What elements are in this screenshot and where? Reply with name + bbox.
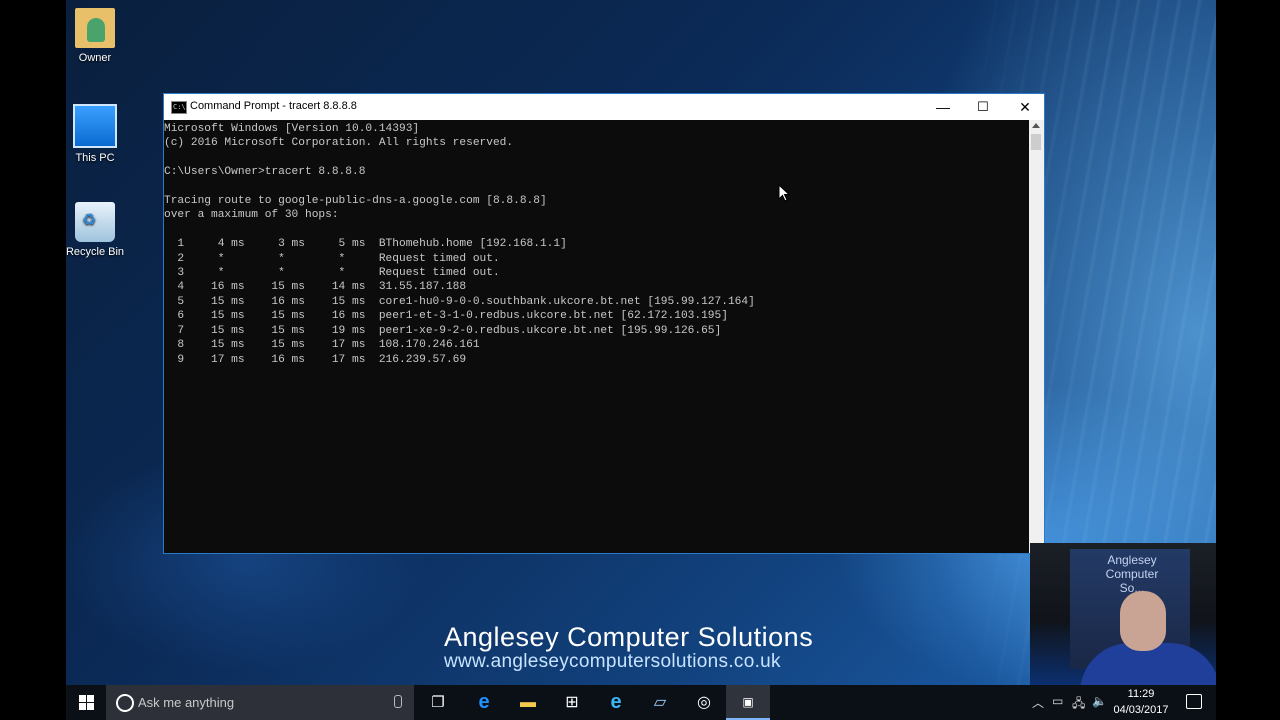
- network-icon[interactable]: 🖧: [1072, 694, 1085, 715]
- scroll-up-arrow-icon[interactable]: [1032, 123, 1040, 128]
- edge-icon[interactable]: e: [462, 685, 506, 720]
- branding-overlay: Anglesey Computer Solutions www.anglesey…: [444, 622, 813, 673]
- microphone-icon[interactable]: [394, 695, 402, 708]
- system-tray: ︿ ▭ 🖧 🔈 11:29 04/03/2017: [1026, 685, 1216, 720]
- command-prompt-icon: C:\: [171, 101, 187, 114]
- desktop-icon-owner[interactable]: Owner: [66, 8, 130, 64]
- start-button[interactable]: [66, 685, 106, 720]
- desktop-icon-recycle-bin[interactable]: Recycle Bin: [66, 202, 130, 258]
- command-prompt-window[interactable]: C:\ Command Prompt - tracert 8.8.8.8 — ☐…: [163, 93, 1045, 554]
- desktop-icon-this-pc[interactable]: This PC: [66, 104, 130, 164]
- power-icon[interactable]: ▭: [1052, 694, 1063, 708]
- window-title: Command Prompt - tracert 8.8.8.8: [190, 100, 357, 112]
- cortana-icon: [116, 694, 134, 712]
- recycle-bin-icon: [75, 202, 115, 242]
- scrollbar-thumb[interactable]: [1031, 134, 1041, 150]
- minimize-button[interactable]: —: [922, 94, 964, 120]
- maximize-button[interactable]: ☐: [962, 94, 1004, 120]
- webcam-overlay: Anglesey Computer So...: [1030, 543, 1216, 685]
- console-text: Microsoft Windows [Version 10.0.14393] (…: [164, 123, 755, 366]
- clock-date[interactable]: 04/03/2017: [1106, 704, 1176, 716]
- poster-text: Anglesey Computer So...: [1105, 553, 1159, 595]
- desktop-icon-label: Recycle Bin: [66, 246, 125, 258]
- computer-icon: [73, 104, 117, 148]
- chevron-up-icon[interactable]: ︿: [1032, 694, 1044, 711]
- vertical-scrollbar[interactable]: [1029, 120, 1044, 553]
- volume-icon[interactable]: 🔈: [1092, 694, 1107, 708]
- command-prompt-icon[interactable]: ▣: [726, 685, 770, 720]
- windows-logo-icon: [78, 695, 94, 711]
- console-output[interactable]: Microsoft Windows [Version 10.0.14393] (…: [164, 120, 1030, 553]
- cortana-search-box[interactable]: Ask me anything: [106, 685, 414, 720]
- desktop-icon-label: This PC: [75, 152, 115, 164]
- brand-url: www.angleseycomputersolutions.co.uk: [444, 651, 781, 672]
- presenter-head: [1120, 591, 1166, 651]
- internet-explorer-icon[interactable]: e: [594, 685, 638, 720]
- obs-icon[interactable]: ◎: [682, 685, 726, 720]
- search-placeholder: Ask me anything: [138, 695, 235, 710]
- taskbar: Ask me anything ❐ e ▬ ⊞ e ▱ ◎ ▣ ︿ ▭ 🖧 🔈 …: [66, 685, 1216, 720]
- file-explorer-icon[interactable]: ▬: [506, 685, 550, 720]
- notepad-icon[interactable]: ▱: [638, 685, 682, 720]
- user-folder-icon: [75, 8, 115, 48]
- brand-name: Anglesey Computer Solutions: [444, 622, 814, 652]
- store-icon[interactable]: ⊞: [550, 685, 594, 720]
- notifications-icon[interactable]: [1186, 694, 1202, 709]
- desktop-icon-label: Owner: [78, 52, 112, 64]
- task-view-icon[interactable]: ❐: [416, 685, 460, 720]
- mouse-pointer-icon: [778, 184, 790, 202]
- clock-time[interactable]: 11:29: [1106, 688, 1176, 700]
- window-titlebar[interactable]: C:\ Command Prompt - tracert 8.8.8.8 — ☐…: [164, 94, 1044, 120]
- close-button[interactable]: ✕: [1004, 94, 1046, 120]
